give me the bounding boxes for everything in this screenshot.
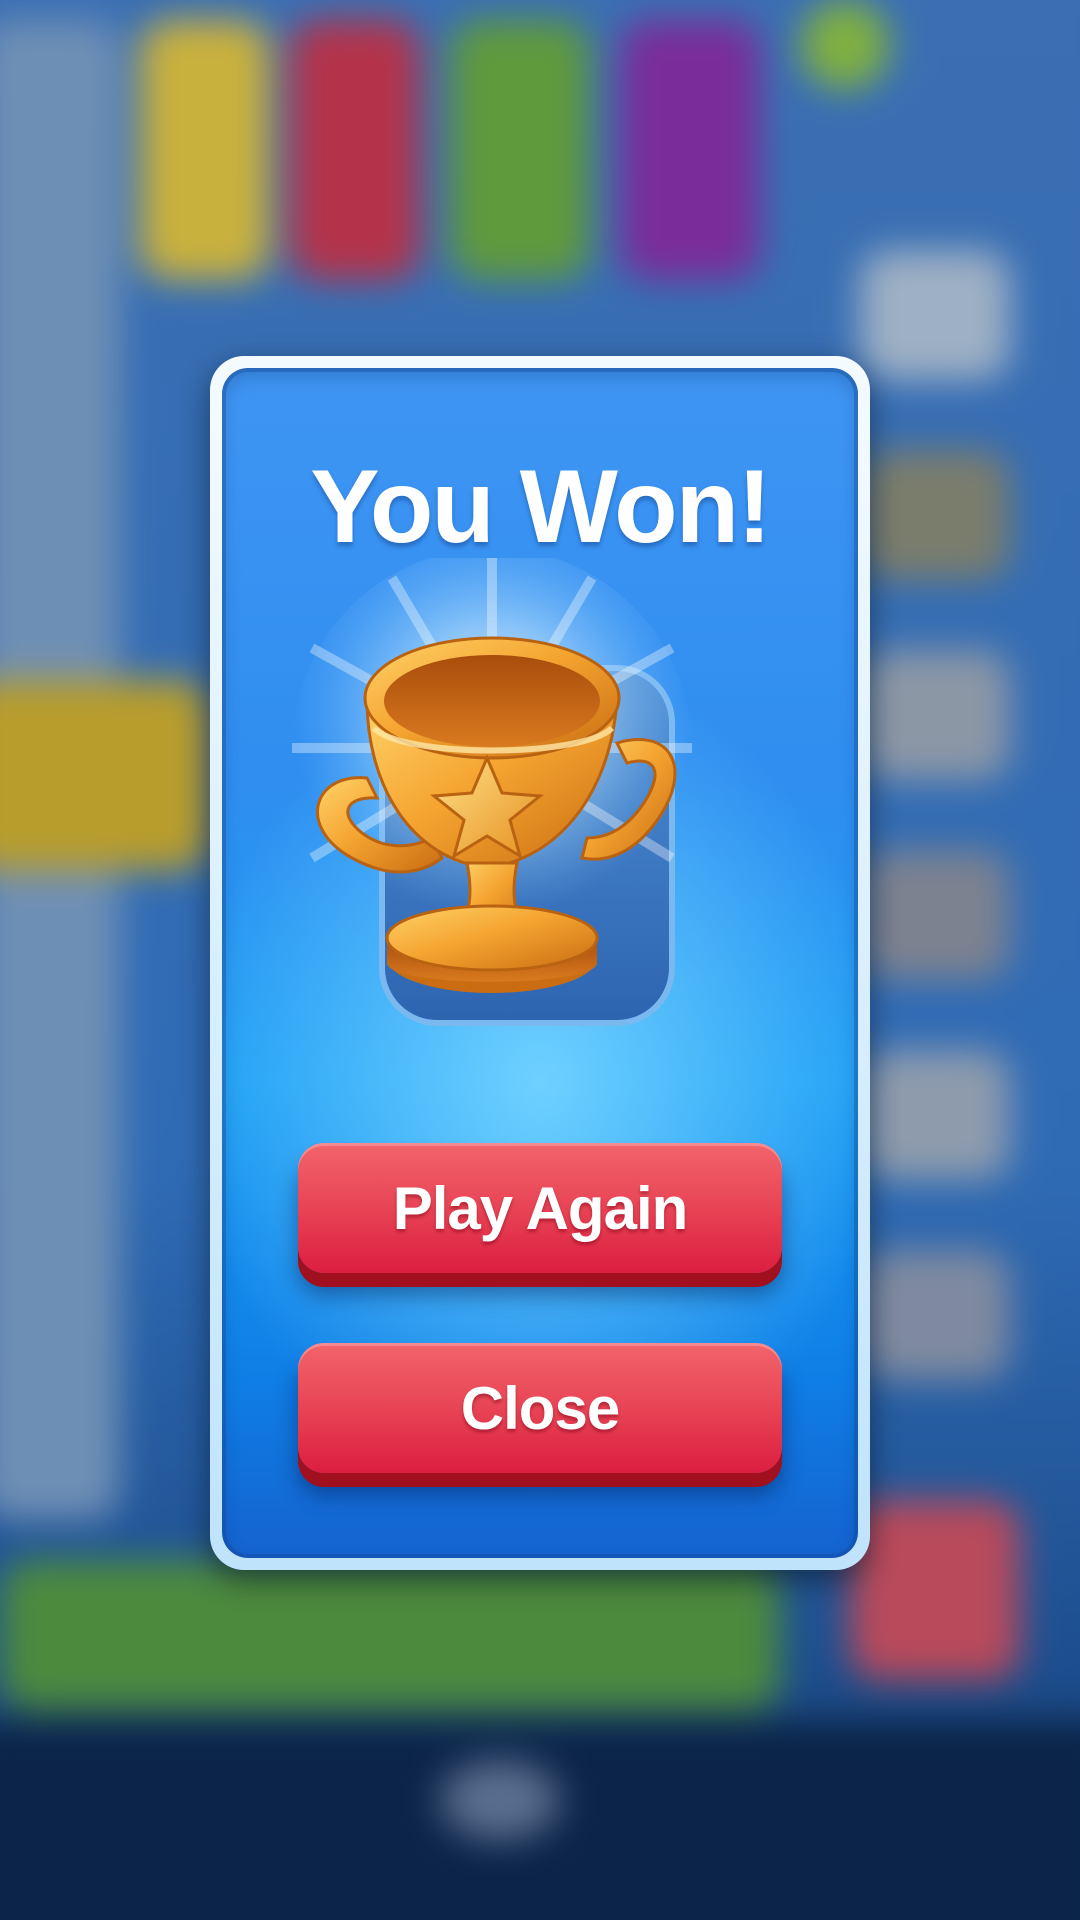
play-again-button[interactable]: Play Again [298, 1143, 782, 1273]
close-label: Close [460, 1374, 620, 1442]
trophy-icon [292, 558, 712, 1028]
win-dialog: You Won! Play Again Close [210, 356, 870, 1570]
dialog-title: You Won! [310, 449, 772, 565]
win-dialog-panel: You Won! Play Again Close [222, 368, 858, 1558]
play-again-label: Play Again [392, 1174, 689, 1242]
close-button[interactable]: Close [298, 1343, 782, 1473]
